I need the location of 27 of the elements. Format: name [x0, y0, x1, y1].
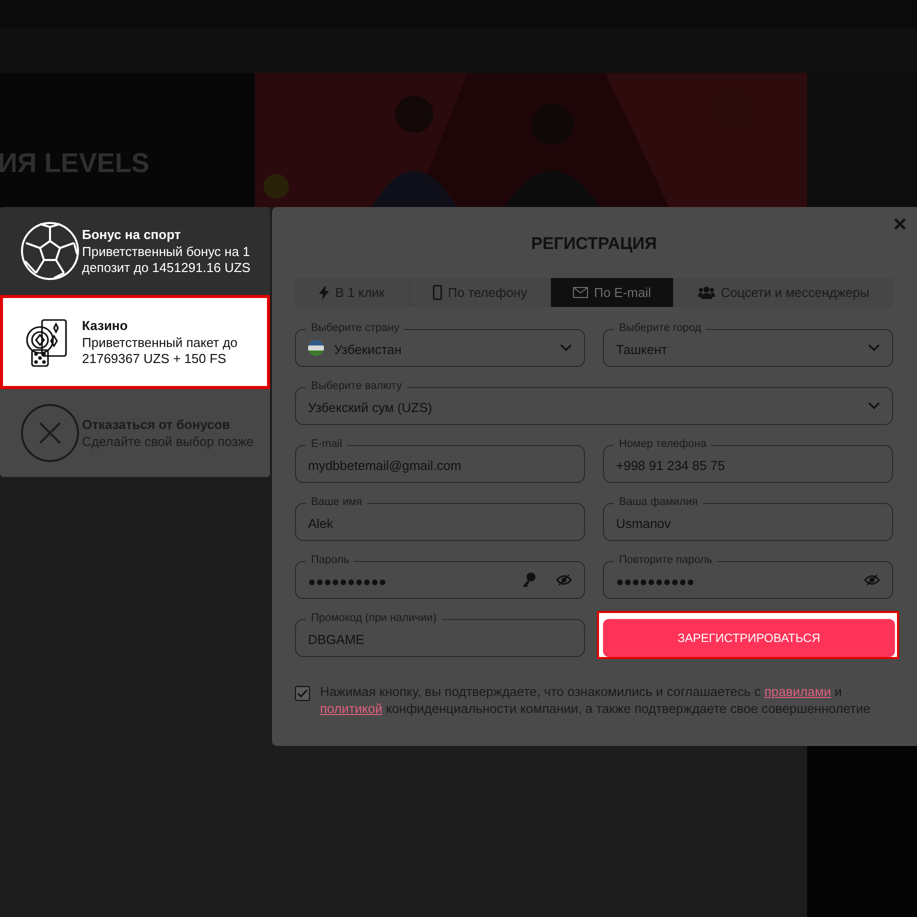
register-button[interactable]: ЗАРЕГИСТРИРОВАТЬСЯ — [603, 619, 895, 657]
dialog-title: РЕГИСТРАЦИЯ — [530, 233, 658, 255]
chevron-icon — [560, 344, 572, 352]
bonus-title: Казино — [82, 318, 129, 332]
close-button[interactable] — [892, 216, 908, 232]
bonus-title: Бонус на спорт — [82, 226, 182, 242]
key-icon — [522, 572, 536, 588]
bonus-description: Приветственный пакет до 21769367 UZS + 150 FS — [82, 334, 239, 366]
eye-icon — [556, 574, 572, 586]
bonus-description: Приветственный бонус на 1 депозит до 1451291.16 UZS — [82, 244, 252, 276]
cancel-icon — [20, 403, 80, 463]
phone-icon — [432, 285, 442, 300]
chevron-icon — [868, 344, 880, 352]
flag-icon — [308, 340, 324, 356]
eye-icon — [864, 574, 880, 586]
tab[interactable]: По E-mail — [551, 278, 674, 307]
bonus-option[interactable]: Бонус на спорт Приветственный бонус на 1 депозит до 1451291.16 UZS — [0, 207, 270, 295]
consent-link[interactable]: правилами — [764, 684, 832, 699]
envelope-icon — [572, 287, 588, 298]
checkbox[interactable] — [295, 686, 310, 701]
ball-icon — [20, 221, 80, 281]
bolt-icon — [319, 286, 330, 300]
close-icon — [894, 218, 906, 230]
bonus-option[interactable]: Казино Приветственный пакет до 21769367 UZS + 150 FS — [0, 295, 270, 389]
users-icon — [698, 286, 715, 299]
chevron-icon — [868, 402, 880, 410]
consent-link[interactable]: политикой — [320, 701, 382, 716]
